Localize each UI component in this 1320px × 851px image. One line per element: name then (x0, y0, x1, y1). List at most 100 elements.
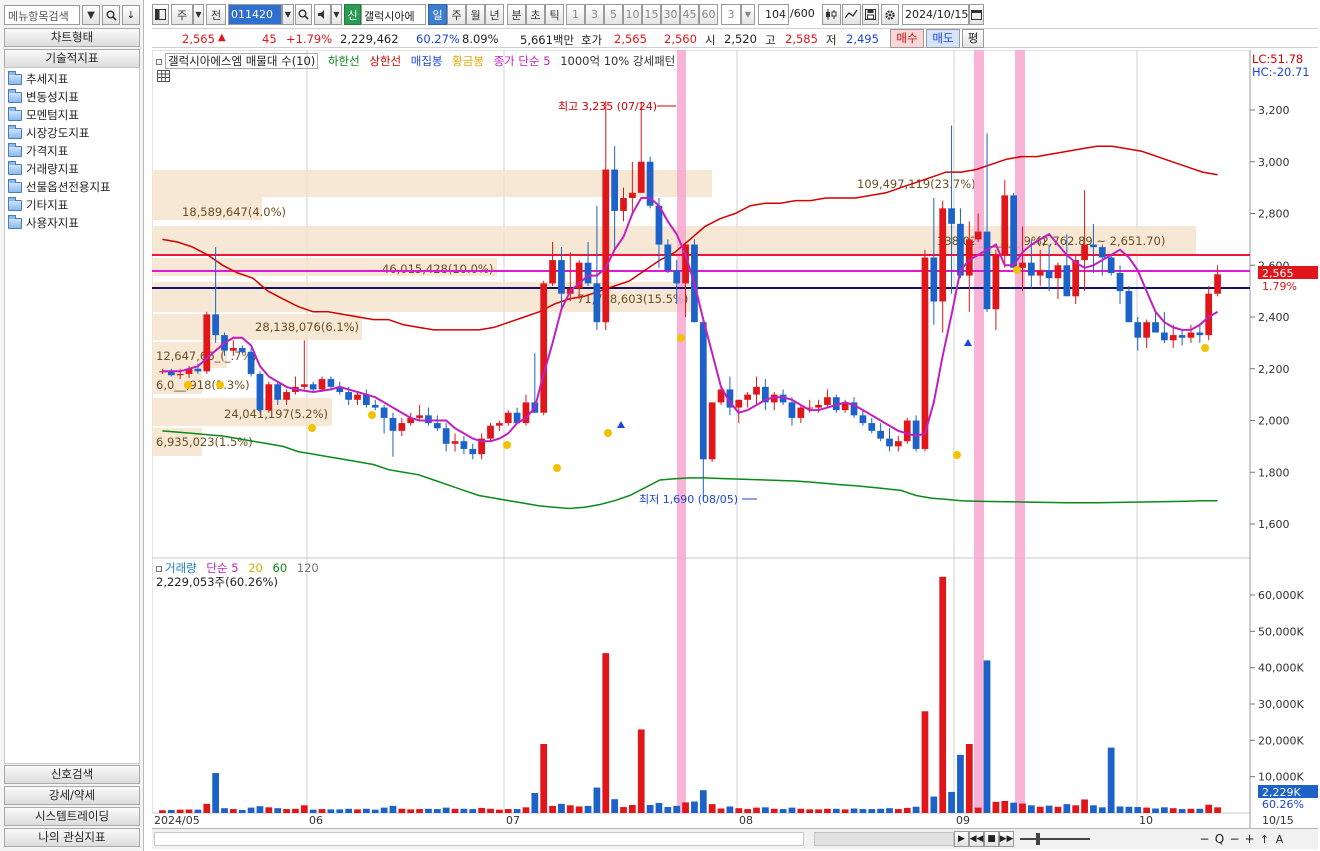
tree-item[interactable]: 선물옵션전용지표 (5, 178, 139, 196)
minute-1[interactable]: 1 (566, 4, 585, 25)
volume-bar (664, 807, 672, 813)
scroll-first-icon[interactable]: ◀◀ (969, 831, 984, 847)
date-input[interactable]: 2024/10/15 (902, 4, 969, 25)
tab-minute[interactable]: 분 (507, 4, 526, 25)
candle-body (433, 423, 441, 429)
signal-search-button[interactable]: 신호검색 (4, 765, 140, 784)
scroll-last-icon[interactable]: ▶▶ (999, 831, 1014, 847)
code-dropdown-icon[interactable]: ▼ (282, 4, 294, 25)
tab-day[interactable]: 일 (428, 4, 447, 25)
arrow-down-icon[interactable]: ↓ (122, 5, 140, 25)
minute-30[interactable]: 30 (661, 4, 680, 25)
volume-bar (159, 810, 166, 813)
candle-body (1063, 265, 1071, 297)
scroll-track[interactable] (154, 832, 804, 846)
minute-10[interactable]: 10 (623, 4, 642, 25)
volume-bar (682, 802, 689, 813)
volume-readout: 2,229,053주(60.26%) (156, 575, 278, 589)
candle-body (664, 244, 672, 271)
menu-search-input[interactable]: 메뉴항목검색 (4, 5, 80, 25)
scroll-next-icon[interactable]: ▶ (954, 831, 969, 847)
candle-body (309, 384, 317, 390)
eval-button[interactable]: 평 (962, 29, 984, 48)
volume-bar (300, 805, 308, 813)
volume-bar (1152, 808, 1159, 813)
chevron-down-icon[interactable]: ▼ (741, 4, 755, 25)
volume-bar (380, 807, 388, 813)
chart-canvas[interactable]: 3,2003,0002,8002,6002,4002,2002,0001,800… (152, 50, 1318, 828)
stop-icon[interactable]: ■ (984, 831, 999, 847)
chevron-down-icon[interactable]: ▼ (331, 4, 342, 25)
volume-bar (602, 653, 610, 813)
gear-icon[interactable] (881, 4, 899, 25)
tab-year[interactable]: 년 (485, 4, 504, 25)
tree-item[interactable]: 추세지표 (5, 70, 139, 88)
zoom-slider[interactable] (1020, 838, 1090, 840)
prev-button[interactable]: 전 (206, 4, 226, 25)
plus-icon[interactable]: + (1242, 831, 1257, 847)
minute-3[interactable]: 3 (585, 4, 604, 25)
scroll-thumb[interactable] (814, 832, 954, 846)
volume-profile-label: 18,589,647(4.0%) (182, 205, 286, 219)
minute-60[interactable]: 60 (699, 4, 718, 25)
strength-weakness-button[interactable]: 강세/약세 (4, 786, 140, 805)
search-icon[interactable] (102, 5, 120, 25)
volume-bar (442, 807, 450, 813)
dropdown-arrow-icon[interactable]: ▼ (82, 5, 100, 25)
bar-count-input[interactable]: 104 (758, 4, 789, 25)
volume-profile-label: 6,0__,918(1.3%) (156, 378, 250, 392)
my-indicators-button[interactable]: 나의 관심지표 (4, 828, 140, 847)
zoom-handle[interactable] (1036, 833, 1040, 845)
tree-item[interactable]: 거래량지표 (5, 160, 139, 178)
legend-accumulation: 매집봉 (410, 54, 443, 68)
volume-bar (531, 793, 539, 813)
volume-axis-label: 30,000K (1258, 698, 1304, 711)
period-select[interactable]: 주 (171, 4, 193, 25)
tree-item[interactable]: 가격지표 (5, 142, 139, 160)
candle-icon[interactable] (822, 4, 841, 25)
sell-button[interactable]: 매도 (926, 29, 960, 48)
text-size-icon[interactable]: A (1272, 831, 1287, 847)
search-icon[interactable] (295, 4, 312, 25)
tree-item[interactable]: 사용자지표 (5, 214, 139, 232)
tree-item[interactable]: 시장강도지표 (5, 124, 139, 142)
tab-tick[interactable]: 틱 (545, 4, 564, 25)
volume-pct-tag: 60.26% (1262, 798, 1304, 811)
tree-item-label: 추세지표 (26, 72, 69, 86)
window-icon[interactable] (152, 4, 169, 25)
tab-month[interactable]: 월 (466, 4, 485, 25)
buy-button[interactable]: 매수 (890, 29, 924, 48)
candle-body (229, 348, 237, 351)
tab-week[interactable]: 주 (447, 4, 466, 25)
tree-item[interactable]: 기타지표 (5, 196, 139, 214)
minute-15[interactable]: 15 (642, 4, 661, 25)
golden-dot (216, 381, 224, 389)
table-icon[interactable] (157, 70, 170, 82)
trend-icon[interactable] (842, 4, 861, 25)
candle-body (637, 161, 645, 193)
price-change: 45 (262, 32, 277, 46)
folder-icon (8, 196, 22, 211)
tree-item[interactable]: 모멘텀지표 (5, 106, 139, 124)
tree-item[interactable]: 변동성지표 (5, 88, 139, 106)
volume-bar (620, 807, 627, 813)
arrow-up-icon[interactable]: ↑ (1257, 831, 1272, 847)
chevron-down-icon[interactable]: ▼ (193, 4, 204, 25)
tech-indicator-tab[interactable]: 기술적지표 (4, 49, 140, 68)
speaker-icon[interactable] (314, 4, 331, 25)
minute-5[interactable]: 5 (604, 4, 623, 25)
stock-code-input[interactable]: 011420 (228, 4, 282, 25)
minus-icon[interactable]: − (1227, 831, 1242, 847)
calendar-icon[interactable] (969, 4, 984, 25)
chart-type-tab[interactable]: 차트형태 (4, 28, 140, 47)
volume-bar (1010, 802, 1018, 813)
system-trading-button[interactable]: 시스템트레이딩 (4, 807, 140, 826)
volume-axis-label: 60,000K (1258, 589, 1304, 602)
zoom-icon[interactable]: Q (1212, 831, 1227, 847)
volume-bar (1169, 808, 1177, 813)
count-select[interactable]: 3 (721, 4, 741, 25)
zoom-out-icon[interactable]: − (1197, 831, 1212, 847)
tab-second[interactable]: 초 (526, 4, 545, 25)
minute-45[interactable]: 45 (680, 4, 699, 25)
save-icon[interactable] (862, 4, 879, 25)
